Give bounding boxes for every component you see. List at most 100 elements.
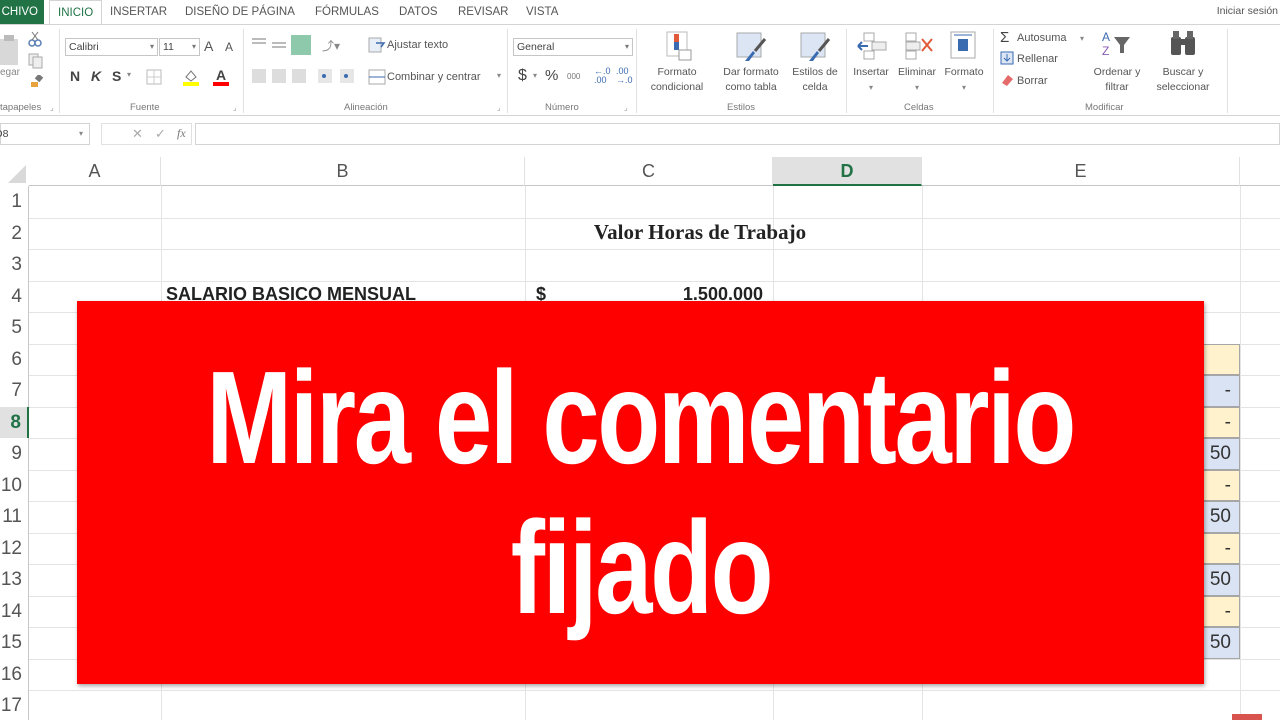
currency-button[interactable]: $	[518, 67, 527, 85]
tab-insertar[interactable]: INSERTAR	[110, 0, 167, 24]
sign-in-link[interactable]: Iniciar sesión	[1217, 5, 1278, 17]
currency-dropdown[interactable]: ▾	[533, 71, 537, 80]
name-box-value: D8	[0, 128, 9, 140]
merge-dropdown[interactable]: ▾	[497, 71, 501, 80]
paste-icon[interactable]	[0, 33, 22, 67]
borders-icon[interactable]	[146, 69, 162, 85]
clipboard-dialog-launcher[interactable]: ⌟	[50, 103, 54, 112]
column-header-e[interactable]: E	[922, 157, 1240, 186]
row-header-12[interactable]: 12	[0, 532, 29, 564]
merge-center-button[interactable]: Combinar y centrar	[387, 71, 481, 83]
row-header-14[interactable]: 14	[0, 595, 29, 627]
vertical-align-icons[interactable]	[252, 35, 322, 55]
row-header-6[interactable]: 6	[0, 343, 29, 375]
format-cells-label: Formato	[944, 66, 984, 78]
tab-datos[interactable]: DATOS	[399, 0, 438, 24]
insert-cells-button[interactable]: Insertar ▾	[848, 65, 894, 95]
cell-styles-label-1: Estilos de	[792, 66, 838, 78]
select-all-button[interactable]	[0, 157, 29, 186]
formula-input[interactable]	[195, 123, 1280, 145]
fill-color-icon[interactable]	[182, 67, 200, 87]
decrease-decimal-button[interactable]: .00 →.0	[616, 67, 633, 85]
tab-inicio[interactable]: INICIO	[49, 0, 103, 25]
autosum-dropdown[interactable]: ▾	[1080, 34, 1084, 43]
autosum-button[interactable]: Autosuma	[1017, 32, 1067, 44]
row-header-16[interactable]: 16	[0, 658, 29, 690]
font-size-combo[interactable]: 11 ▾	[159, 38, 200, 56]
increase-decimal-button[interactable]: ←.0.00	[594, 67, 611, 85]
conditional-format-label-1: Formato	[657, 66, 697, 78]
column-headers: A B C D E	[29, 157, 1280, 186]
tab-file[interactable]: CHIVO	[0, 0, 44, 24]
format-cells-button[interactable]: Formato ▾	[940, 65, 988, 95]
sort-filter-button[interactable]: Ordenar y filtrar	[1086, 65, 1148, 95]
row-header-1[interactable]: 1	[0, 186, 29, 218]
cell-c2-title[interactable]: Valor Horas de Trabajo	[525, 220, 875, 245]
tab-revisar[interactable]: REVISAR	[458, 0, 509, 24]
font-color-icon[interactable]: A	[212, 67, 230, 87]
find-select-button[interactable]: Buscar y seleccionar	[1146, 65, 1220, 95]
clear-button[interactable]: Borrar	[1017, 75, 1048, 87]
italic-button[interactable]: K	[91, 68, 101, 84]
conditional-format-button[interactable]: Formato condicional	[636, 65, 718, 95]
conditional-format-label-2: condicional	[650, 81, 704, 93]
row-header-8[interactable]: 8	[0, 406, 29, 438]
grow-font-button[interactable]: A	[204, 38, 213, 54]
thousands-button[interactable]: 000	[567, 72, 580, 81]
row-header-11[interactable]: 11	[0, 501, 29, 533]
row-header-10[interactable]: 10	[0, 469, 29, 501]
number-format-combo[interactable]: General ▾	[513, 38, 633, 56]
merge-center-icon	[368, 69, 386, 85]
column-header-a[interactable]: A	[29, 157, 161, 186]
delete-cells-button[interactable]: Eliminar ▾	[894, 65, 940, 95]
group-separator	[993, 29, 994, 113]
row-header-4[interactable]: 4	[0, 280, 29, 312]
copy-icon[interactable]	[28, 53, 46, 69]
column-header-c[interactable]: C	[525, 157, 773, 186]
fill-button[interactable]: Rellenar	[1017, 53, 1058, 65]
format-as-table-button[interactable]: Dar formato como tabla	[714, 65, 788, 95]
font-name-value: Calibri	[69, 41, 99, 53]
svg-text:A: A	[216, 67, 226, 83]
row-header-9[interactable]: 9	[0, 438, 29, 470]
bold-button[interactable]: N	[70, 68, 80, 84]
insert-function-icon[interactable]: fx	[177, 126, 186, 141]
wrap-text-icon	[368, 37, 386, 53]
number-dialog-launcher[interactable]: ⌟	[624, 103, 628, 112]
chevron-down-icon: ▾	[78, 129, 83, 138]
underline-button[interactable]: S	[112, 68, 121, 84]
format-as-table-icon	[736, 32, 767, 61]
tab-formulas[interactable]: FÓRMULAS	[315, 0, 379, 24]
format-painter-icon[interactable]	[30, 75, 44, 89]
shrink-font-button[interactable]: A	[225, 40, 233, 54]
row-header-15[interactable]: 15	[0, 627, 29, 659]
row-header-17[interactable]: 17	[0, 690, 29, 720]
column-header-b[interactable]: B	[161, 157, 525, 186]
wrap-text-button[interactable]: Ajustar texto	[387, 39, 448, 51]
percent-button[interactable]: %	[545, 67, 558, 84]
paste-button-label[interactable]: egar	[0, 67, 20, 78]
row-header-13[interactable]: 13	[0, 564, 29, 596]
alignment-dialog-launcher[interactable]: ⌟	[497, 103, 501, 112]
cut-icon[interactable]	[28, 31, 42, 47]
row-header-7[interactable]: 7	[0, 375, 29, 407]
row-header-2[interactable]: 2	[0, 217, 29, 249]
enter-icon[interactable]: ✓	[155, 126, 166, 142]
row-header-5[interactable]: 5	[0, 312, 29, 344]
tab-diseno-de-pagina[interactable]: DISEÑO DE PÁGINA	[185, 0, 295, 24]
cancel-icon[interactable]: ✕	[132, 126, 143, 142]
delete-cells-icon	[905, 32, 933, 60]
name-box[interactable]: D8 ▾	[0, 123, 90, 145]
row-header-3[interactable]: 3	[0, 249, 29, 281]
column-header-d[interactable]: D	[773, 157, 922, 186]
insert-cells-icon	[857, 32, 887, 60]
delete-cells-label: Eliminar	[898, 66, 936, 78]
orientation-button[interactable]: ⤴▾	[322, 37, 340, 54]
font-name-combo[interactable]: Calibri ▾	[65, 38, 158, 56]
group-separator	[243, 29, 244, 113]
horizontal-align-icons[interactable]	[252, 67, 362, 85]
underline-dropdown[interactable]: ▾	[127, 70, 131, 79]
cell-styles-button[interactable]: Estilos de celda	[786, 65, 844, 95]
font-dialog-launcher[interactable]: ⌟	[233, 103, 237, 112]
tab-vista[interactable]: VISTA	[526, 0, 558, 24]
